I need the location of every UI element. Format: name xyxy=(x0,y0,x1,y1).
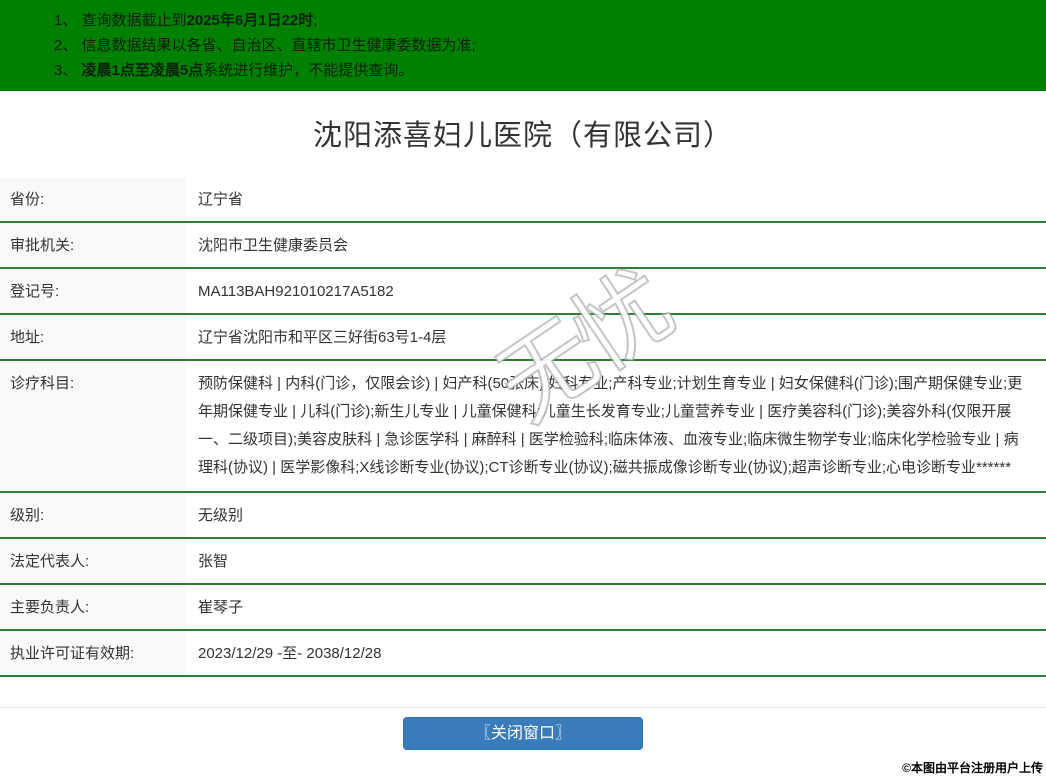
footer-divider xyxy=(0,707,1046,708)
field-label: 诊疗科目: xyxy=(0,361,186,491)
table-row-address: 地址: 辽宁省沈阳市和平区三好街63号1-4层 xyxy=(0,315,1046,361)
field-label: 审批机关: xyxy=(0,223,186,267)
field-label: 地址: xyxy=(0,315,186,359)
table-row-level: 级别: 无级别 xyxy=(0,493,1046,539)
page-title: 沈阳添喜妇儿医院（有限公司） xyxy=(312,120,733,152)
field-value: 辽宁省 xyxy=(198,191,244,208)
field-value: 崔琴子 xyxy=(198,599,244,616)
notice-line-2-text: 2、 信息数据结果以各省、自治区、直辖市卫生健康委数据为准; xyxy=(54,37,476,54)
field-value: 张智 xyxy=(198,553,229,570)
notice-line-2: 2、 信息数据结果以各省、自治区、直辖市卫生健康委数据为准; xyxy=(54,33,1026,58)
field-label: 级别: xyxy=(0,493,186,537)
field-label: 执业许可证有效期: xyxy=(0,631,186,675)
table-row-main-person-in-charge: 主要负责人: 崔琴子 xyxy=(0,585,1046,631)
notice-line-3: 3、 凌晨1点至凌晨5点系统进行维护，不能提供查询。 xyxy=(54,58,1026,83)
field-value: 2023/12/29 -至- 2038/12/28 xyxy=(198,645,382,662)
notice-line-1-text: 1、 查询数据截止到 xyxy=(54,12,187,29)
table-row-registration-number: 登记号: MA113BAH921010217A5182 xyxy=(0,269,1046,315)
field-label: 法定代表人: xyxy=(0,539,186,583)
field-label: 省份: xyxy=(0,177,186,221)
hospital-info-table: 省份: 辽宁省 审批机关: 沈阳市卫生健康委员会 登记号: MA113BAH92… xyxy=(0,177,1046,677)
notice-line-1-bold: 2025年6月1日22时 xyxy=(186,12,314,29)
field-label: 主要负责人: xyxy=(0,585,186,629)
notice-line-1: 1、 查询数据截止到2025年6月1日22时; xyxy=(54,8,1026,33)
notice-line-1-post: ; xyxy=(313,12,318,29)
field-value: 沈阳市卫生健康委员会 xyxy=(198,237,349,254)
table-row-approval-authority: 审批机关: 沈阳市卫生健康委员会 xyxy=(0,223,1046,269)
notice-line-3-text: 3、 xyxy=(54,62,82,79)
image-credit-watermark: ©本图由平台注册用户上传 xyxy=(902,761,1043,775)
notice-line-3-bold: 凌晨1点至凌晨5点 xyxy=(81,62,204,79)
notice-line-3-post: 系统进行维护，不能提供查询。 xyxy=(203,62,414,79)
table-row-legal-representative: 法定代表人: 张智 xyxy=(0,539,1046,585)
field-value: 无级别 xyxy=(198,507,244,524)
table-row-license-validity: 执业许可证有效期: 2023/12/29 -至- 2038/12/28 xyxy=(0,631,1046,677)
field-value: 辽宁省沈阳市和平区三好街63号1-4层 xyxy=(198,329,447,346)
field-value: MA113BAH921010217A5182 xyxy=(198,283,394,300)
field-value: 预防保健科 | 内科(门诊，仅限会诊) | 妇产科(50张床);妇科专业;产科专… xyxy=(198,375,1023,476)
notice-banner: 1、 查询数据截止到2025年6月1日22时; 2、 信息数据结果以各省、自治区… xyxy=(0,0,1046,91)
table-row-medical-subjects: 诊疗科目: 预防保健科 | 内科(门诊，仅限会诊) | 妇产科(50张床);妇科… xyxy=(0,361,1046,493)
field-label: 登记号: xyxy=(0,269,186,313)
close-window-button[interactable]: 〖关闭窗口〗 xyxy=(403,717,643,750)
table-row-province: 省份: 辽宁省 xyxy=(0,177,1046,223)
